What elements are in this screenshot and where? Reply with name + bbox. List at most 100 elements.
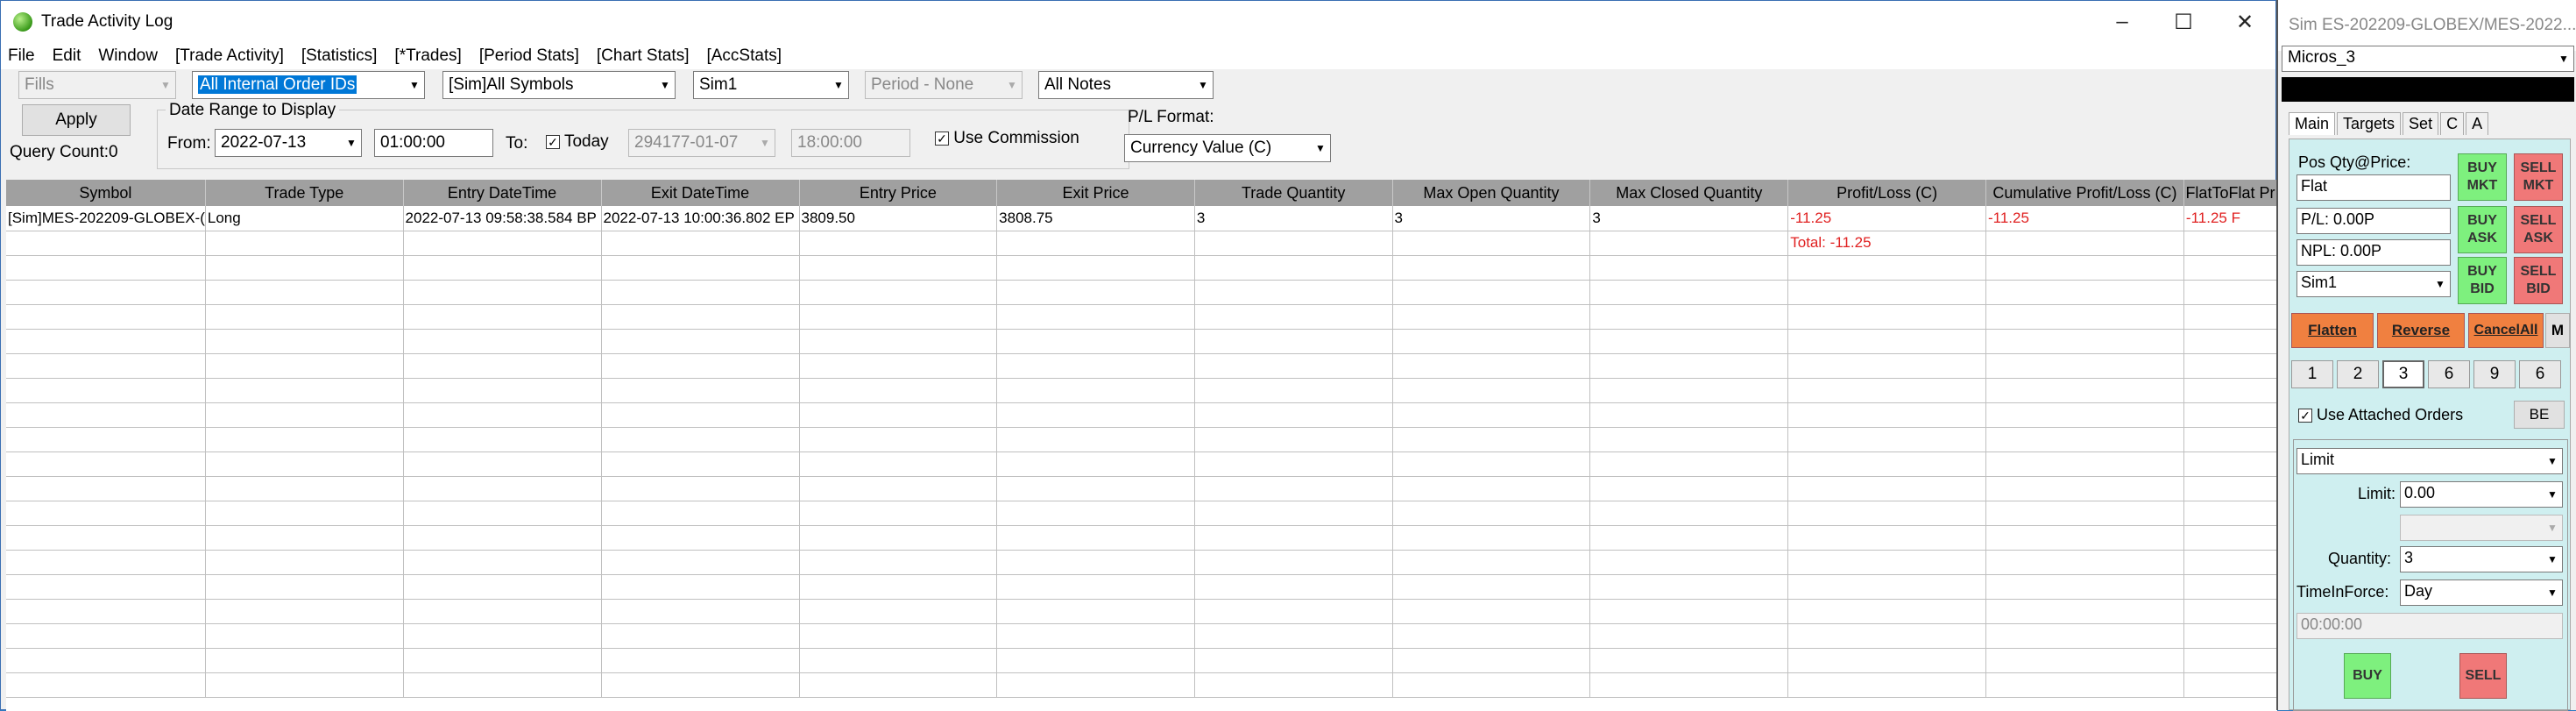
table-row[interactable]: [6, 599, 2277, 624]
sell-mkt-button[interactable]: SELL MKT: [2514, 153, 2563, 201]
table-row[interactable]: [6, 501, 2277, 526]
quantity-input[interactable]: 3 ▼: [2400, 546, 2563, 572]
column-header[interactable]: Entry DateTime: [403, 180, 602, 206]
period-select[interactable]: Period - None ▼: [865, 71, 1023, 99]
table-row[interactable]: [6, 574, 2277, 600]
order-ids-select[interactable]: All Internal Order IDs ▼: [192, 71, 425, 99]
maximize-button[interactable]: ☐: [2153, 1, 2214, 43]
table-cell: [601, 550, 800, 575]
menu-edit[interactable]: Edit: [53, 46, 81, 66]
table-row[interactable]: [6, 550, 2277, 575]
table-cell: [1985, 550, 2184, 575]
buy-button[interactable]: BUY: [2344, 653, 2391, 699]
tab-targets[interactable]: Targets: [2337, 112, 2402, 135]
buy-mkt-button[interactable]: BUY MKT: [2458, 153, 2507, 201]
table-row[interactable]: [6, 451, 2277, 477]
table-row[interactable]: [6, 378, 2277, 403]
table-row[interactable]: [6, 280, 2277, 305]
column-header[interactable]: Cumulative Profit/Loss (C): [1985, 180, 2184, 206]
menu-trades[interactable]: [*Trades]: [394, 46, 461, 66]
to-time-input[interactable]: 18:00:00: [791, 129, 910, 157]
menu-chart-stats[interactable]: [Chart Stats]: [597, 46, 690, 66]
menu-statistics[interactable]: [Statistics]: [301, 46, 378, 66]
table-row[interactable]: [6, 672, 2277, 698]
good-till-time-input[interactable]: 00:00:00: [2296, 613, 2563, 639]
tab-a[interactable]: A: [2466, 112, 2489, 135]
table-row[interactable]: [6, 648, 2277, 673]
tab-set[interactable]: Set: [2403, 112, 2439, 135]
query-count: Query Count:0: [10, 143, 118, 161]
table-cell: [799, 476, 998, 501]
table-row[interactable]: [6, 304, 2277, 330]
menu-window[interactable]: Window: [98, 46, 158, 66]
column-header[interactable]: Symbol: [6, 180, 206, 206]
buy-ask-button[interactable]: BUY ASK: [2458, 206, 2507, 253]
table-cell: [996, 525, 1195, 551]
use-commission-checkbox[interactable]: ✓ Use Commission: [935, 129, 1079, 148]
column-header[interactable]: Max Closed Quantity: [1589, 180, 1789, 206]
qty-1-button[interactable]: 1: [2291, 360, 2333, 388]
tab-main[interactable]: Main: [2289, 112, 2336, 135]
tif-select[interactable]: Day ▼: [2400, 579, 2563, 606]
account-group-select[interactable]: Micros_3 ▼: [2282, 46, 2574, 72]
m-button[interactable]: M: [2545, 313, 2570, 348]
to-date-picker[interactable]: 294177-01-07 ▼: [628, 129, 775, 157]
apply-button[interactable]: Apply: [22, 104, 131, 136]
pl-format-select[interactable]: Currency Value (C) ▼: [1124, 134, 1331, 162]
menu-acc-stats[interactable]: [AccStats]: [706, 46, 782, 66]
panel-account-select[interactable]: Sim1 ▼: [2296, 271, 2451, 297]
column-header[interactable]: Profit/Loss (C): [1787, 180, 1986, 206]
be-button[interactable]: BE: [2514, 401, 2565, 429]
qty-3-button[interactable]: 3: [2382, 360, 2424, 388]
table-cell: [799, 231, 998, 256]
table-row[interactable]: [6, 427, 2277, 452]
trade-table[interactable]: Symbol Trade Type Entry DateTime Exit DateT…: [6, 180, 2277, 711]
order-type-select[interactable]: Limit ▼: [2296, 448, 2563, 474]
reverse-button[interactable]: Reverse: [2377, 313, 2465, 348]
minimize-button[interactable]: –: [2091, 1, 2153, 43]
table-row[interactable]: [6, 329, 2277, 354]
qty-2-button[interactable]: 2: [2337, 360, 2379, 388]
stop-input[interactable]: ▼: [2400, 515, 2563, 541]
table-row[interactable]: [6, 402, 2277, 428]
column-header[interactable]: Entry Price: [799, 180, 998, 206]
table-row[interactable]: [6, 525, 2277, 551]
column-header[interactable]: Max Open Quantity: [1392, 180, 1591, 206]
table-row[interactable]: [6, 476, 2277, 501]
symbols-select[interactable]: [Sim]All Symbols ▼: [442, 71, 676, 99]
close-button[interactable]: ✕: [2214, 1, 2275, 43]
column-header[interactable]: Exit DateTime: [601, 180, 800, 206]
column-header[interactable]: Trade Quantity: [1194, 180, 1393, 206]
column-header[interactable]: Trade Type: [205, 180, 404, 206]
table-row[interactable]: Total: -11.25: [6, 231, 2277, 256]
tab-c[interactable]: C: [2440, 112, 2465, 135]
table-cell: [1787, 255, 1986, 281]
table-row[interactable]: [6, 623, 2277, 649]
sell-button[interactable]: SELL: [2459, 653, 2507, 699]
table-cell: [1392, 672, 1591, 698]
qty-9-button[interactable]: 9: [2473, 360, 2516, 388]
menu-trade-activity[interactable]: [Trade Activity]: [175, 46, 284, 66]
from-date-picker[interactable]: 2022-07-13 ▼: [215, 129, 362, 157]
sell-bid-button[interactable]: SELL BID: [2514, 257, 2563, 304]
notes-select[interactable]: All Notes ▼: [1038, 71, 1214, 99]
menu-period-stats[interactable]: [Period Stats]: [479, 46, 579, 66]
table-row[interactable]: [6, 353, 2277, 379]
cancel-all-button[interactable]: CancelAll: [2468, 313, 2544, 348]
use-attached-orders-checkbox[interactable]: ✓ Use Attached Orders: [2298, 406, 2463, 424]
from-time-input[interactable]: 01:00:00: [374, 129, 493, 157]
account-select[interactable]: Sim1 ▼: [693, 71, 849, 99]
flatten-button[interactable]: Flatten: [2291, 313, 2374, 348]
menu-file[interactable]: File: [8, 46, 35, 66]
fills-select[interactable]: Fills ▼: [18, 71, 176, 99]
limit-input[interactable]: 0.00 ▼: [2400, 481, 2563, 508]
today-checkbox[interactable]: ✓ Today: [546, 132, 609, 152]
column-header[interactable]: FlatToFlat Pr: [2183, 180, 2277, 206]
qty-6b-button[interactable]: 6: [2519, 360, 2561, 388]
buy-bid-button[interactable]: BUY BID: [2458, 257, 2507, 304]
column-header[interactable]: Exit Price: [996, 180, 1195, 206]
table-row[interactable]: [6, 255, 2277, 281]
qty-6-button[interactable]: 6: [2428, 360, 2470, 388]
table-row[interactable]: [Sim]MES-202209-GLOBEX-(Long 2022-07-13 0…: [6, 206, 2277, 231]
sell-ask-button[interactable]: SELL ASK: [2514, 206, 2563, 253]
